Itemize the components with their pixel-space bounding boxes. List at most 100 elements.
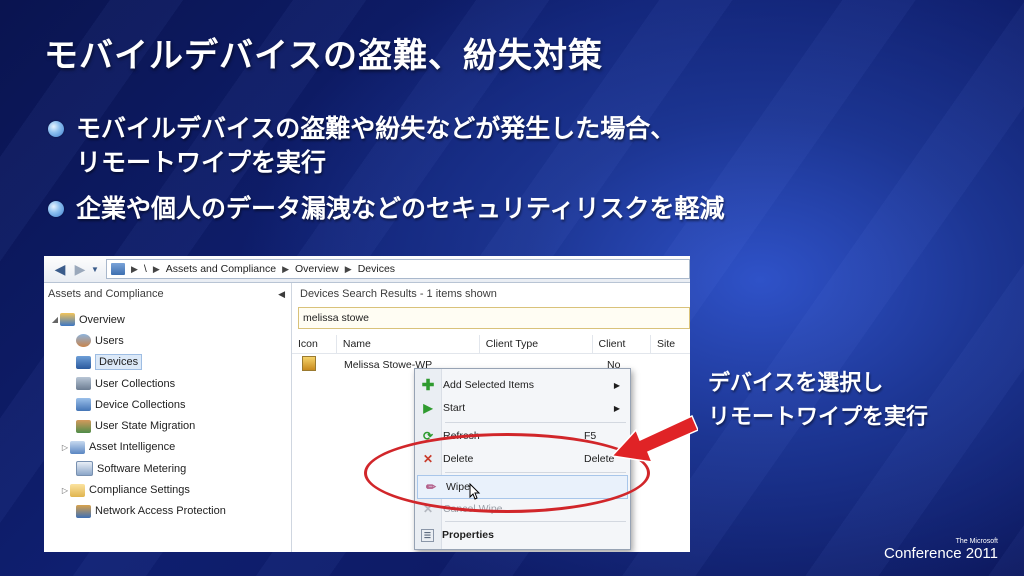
- console-root-icon: [111, 263, 125, 275]
- row-icon-cell: [292, 356, 338, 374]
- menu-item-label: Cancel Wipe: [443, 503, 503, 515]
- menu-separator: [445, 422, 626, 423]
- tree-item-overview[interactable]: ◢ Overview: [44, 309, 291, 330]
- tree-item-devices[interactable]: Devices: [44, 352, 291, 373]
- menu-item-properties[interactable]: ☰ Properties: [415, 524, 630, 546]
- tree-item-label: User State Migration: [95, 420, 196, 433]
- delete-icon: ✕: [422, 452, 434, 466]
- navigation-pane-title: Assets and Compliance: [48, 288, 164, 300]
- submenu-arrow-icon: ▶: [613, 380, 620, 390]
- device-collections-icon: [76, 398, 91, 412]
- menu-separator: [445, 472, 626, 473]
- add-icon: ✚: [421, 377, 435, 394]
- bullet-line: モバイルデバイスの盗難や紛失などが発生した場合、: [76, 114, 676, 143]
- users-icon: [76, 334, 91, 348]
- menu-item-label: Start: [443, 402, 466, 414]
- column-header-icon[interactable]: Icon: [292, 335, 337, 353]
- context-menu: ✚ Add Selected Items ▶ ▶ Start ▶ ⟳ Refre…: [414, 368, 631, 550]
- breadcrumb-root[interactable]: \: [144, 263, 147, 275]
- tree-item-label: User Collections: [95, 377, 176, 390]
- overview-icon: [60, 313, 75, 327]
- chevron-right-icon: ▶: [344, 263, 352, 274]
- forward-arrow-icon[interactable]: ▶: [70, 260, 90, 278]
- tree-item-label: Overview: [79, 313, 125, 326]
- collapse-pane-icon[interactable]: ◀: [278, 289, 285, 300]
- menu-separator: [445, 521, 626, 522]
- expand-arrow-icon[interactable]: ▷: [60, 443, 70, 452]
- bullet-item: 企業や個人のデータ漏洩などのセキュリティリスクを軽減: [48, 192, 998, 226]
- chevron-right-icon: ▶: [152, 263, 160, 274]
- tree-item-network-access-protection[interactable]: Network Access Protection: [44, 501, 291, 522]
- menu-item-delete[interactable]: ✕ Delete Delete: [415, 448, 630, 470]
- properties-icon: ☰: [421, 528, 434, 542]
- user-collections-icon: [76, 377, 91, 391]
- collapse-arrow-icon[interactable]: ◢: [50, 315, 60, 324]
- column-header-row: Icon Name Client Type Client Site: [292, 335, 690, 354]
- callout-line: リモートワイプを実行: [708, 405, 929, 430]
- navigation-pane-header: Assets and Compliance ◀: [44, 283, 291, 305]
- menu-item-label: Wipe: [446, 481, 470, 493]
- tree-item-compliance-settings[interactable]: ▷ Compliance Settings: [44, 479, 291, 500]
- column-header-client[interactable]: Client: [593, 335, 651, 353]
- start-icon: ▶: [423, 401, 433, 415]
- refresh-icon: ⟳: [422, 429, 434, 443]
- tree-item-device-collections[interactable]: Device Collections: [44, 394, 291, 415]
- breadcrumb-overview[interactable]: Overview: [295, 263, 339, 275]
- wipe-icon: ✏: [425, 480, 437, 494]
- menu-item-shortcut: F5: [584, 430, 597, 442]
- bullet-line: 企業や個人のデータ漏洩などのセキュリティリスクを軽減: [76, 194, 725, 223]
- search-input[interactable]: melissa stowe: [298, 307, 690, 329]
- address-bar: ◀ ▶ ▼ ▶ \ ▶ Assets and Compliance ▶ Over…: [44, 256, 690, 283]
- breadcrumb-assets[interactable]: Assets and Compliance: [166, 263, 276, 275]
- asset-intelligence-icon: [70, 440, 85, 454]
- bullet-list: モバイルデバイスの盗難や紛失などが発生した場合、 リモートワイプを実行 企業や個…: [48, 112, 998, 238]
- menu-item-refresh[interactable]: ⟳ Refresh F5: [415, 425, 630, 447]
- menu-item-add-selected-items[interactable]: ✚ Add Selected Items ▶: [415, 374, 630, 396]
- tree-item-user-collections[interactable]: User Collections: [44, 373, 291, 394]
- navigation-tree: ◢ Overview Users Devices User Collection…: [44, 305, 291, 522]
- column-header-site[interactable]: Site: [651, 335, 690, 353]
- mouse-cursor-icon: [469, 482, 481, 504]
- tree-item-label: Network Access Protection: [95, 505, 226, 518]
- expand-arrow-icon[interactable]: ▷: [60, 486, 70, 495]
- back-arrow-icon[interactable]: ◀: [50, 260, 70, 278]
- tree-item-asset-intelligence[interactable]: ▷ Asset Intelligence: [44, 437, 291, 458]
- column-header-client-type[interactable]: Client Type: [480, 335, 593, 353]
- conference-logo: The Microsoft Conference 2011: [884, 538, 998, 562]
- chevron-right-icon: ▶: [131, 263, 138, 274]
- tree-item-users[interactable]: Users: [44, 330, 291, 351]
- callout-line: デバイスを選択し: [708, 371, 884, 396]
- console-screenshot: ◀ ▶ ▼ ▶ \ ▶ Assets and Compliance ▶ Over…: [44, 256, 690, 552]
- menu-item-label: Properties: [442, 529, 494, 541]
- menu-item-label: Delete: [443, 453, 474, 465]
- callout-text: デバイスを選択し リモートワイプを実行: [708, 367, 928, 435]
- bullet-dot-icon: [48, 201, 64, 217]
- column-header-name[interactable]: Name: [337, 335, 480, 353]
- chevron-right-icon: ▶: [282, 263, 289, 274]
- devices-icon: [76, 355, 91, 369]
- tree-item-label: Devices: [95, 354, 143, 371]
- bullet-text: モバイルデバイスの盗難や紛失などが発生した場合、 リモートワイプを実行: [76, 112, 675, 180]
- tree-item-user-state-migration[interactable]: User State Migration: [44, 415, 291, 436]
- bullet-dot-icon: [48, 121, 64, 137]
- menu-item-cancel-wipe[interactable]: ✕ Cancel Wipe: [415, 498, 630, 520]
- tree-item-label: Asset Intelligence: [89, 441, 176, 454]
- folder-icon: [70, 483, 85, 497]
- breadcrumb-devices[interactable]: Devices: [358, 263, 395, 275]
- tree-item-software-metering[interactable]: Software Metering: [44, 458, 291, 479]
- menu-item-shortcut: Delete: [584, 453, 615, 465]
- bullet-item: モバイルデバイスの盗難や紛失などが発生した場合、 リモートワイプを実行: [48, 112, 998, 180]
- software-metering-icon: [76, 461, 93, 477]
- slide-title: モバイルデバイスの盗難、紛失対策: [44, 36, 603, 76]
- menu-item-wipe[interactable]: ✏ Wipe: [417, 475, 628, 499]
- navigation-pane: Assets and Compliance ◀ ◢ Overview Users…: [44, 283, 292, 552]
- submenu-arrow-icon: ▶: [613, 403, 620, 413]
- menu-item-label: Add Selected Items: [443, 379, 535, 391]
- breadcrumb[interactable]: ▶ \ ▶ Assets and Compliance ▶ Overview ▶…: [106, 259, 690, 279]
- bullet-line: リモートワイプを実行: [76, 148, 327, 177]
- tree-item-label: Compliance Settings: [89, 484, 190, 497]
- tree-item-label: Software Metering: [97, 462, 187, 475]
- menu-item-start[interactable]: ▶ Start ▶: [415, 397, 630, 419]
- history-dropdown-icon[interactable]: ▼: [90, 260, 100, 278]
- mobile-device-icon: [302, 356, 316, 371]
